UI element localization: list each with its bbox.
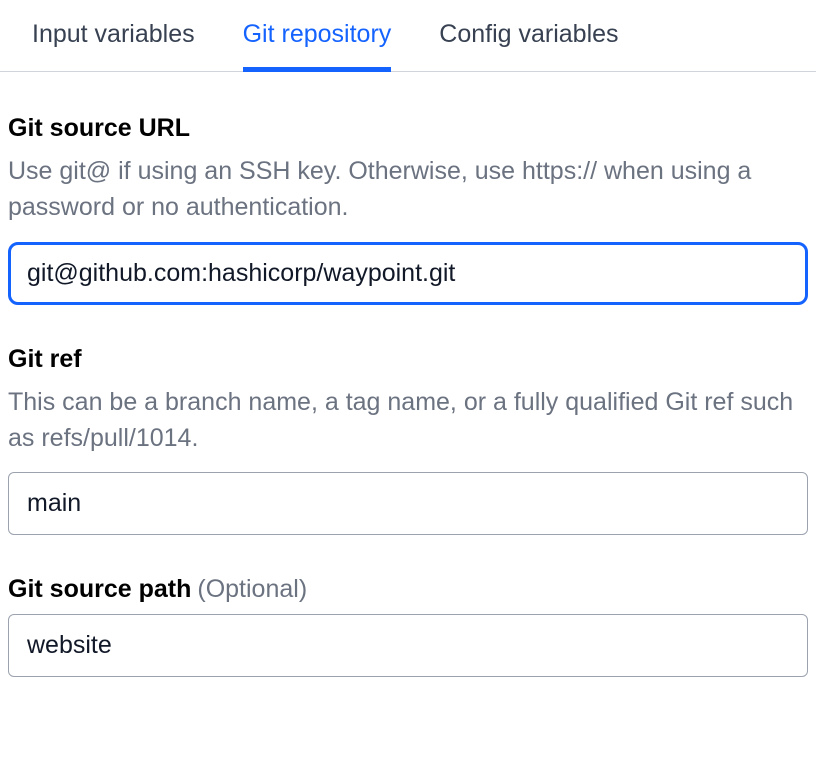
tab-config-variables[interactable]: Config variables (439, 20, 618, 72)
git-source-path-suffix: (Optional) (197, 575, 307, 603)
git-source-url-label: Git source URL (8, 114, 190, 143)
git-ref-input[interactable] (8, 472, 808, 535)
tab-input-variables[interactable]: Input variables (32, 20, 195, 72)
tab-git-repository[interactable]: Git repository (243, 20, 392, 72)
field-group-git-source-path: Git source path(Optional) (8, 575, 808, 677)
git-source-path-label: Git source path (8, 575, 191, 604)
git-ref-description: This can be a branch name, a tag name, o… (8, 384, 808, 457)
git-ref-label: Git ref (8, 345, 82, 374)
git-source-url-input[interactable] (8, 242, 808, 305)
git-source-url-description: Use git@ if using an SSH key. Otherwise,… (8, 153, 808, 226)
field-group-git-source-url: Git source URL Use git@ if using an SSH … (8, 114, 808, 305)
field-group-git-ref: Git ref This can be a branch name, a tag… (8, 345, 808, 536)
git-source-path-input[interactable] (8, 614, 808, 677)
tabs-container: Input variables Git repository Config va… (0, 0, 816, 72)
form-section: Git source URL Use git@ if using an SSH … (0, 72, 816, 677)
